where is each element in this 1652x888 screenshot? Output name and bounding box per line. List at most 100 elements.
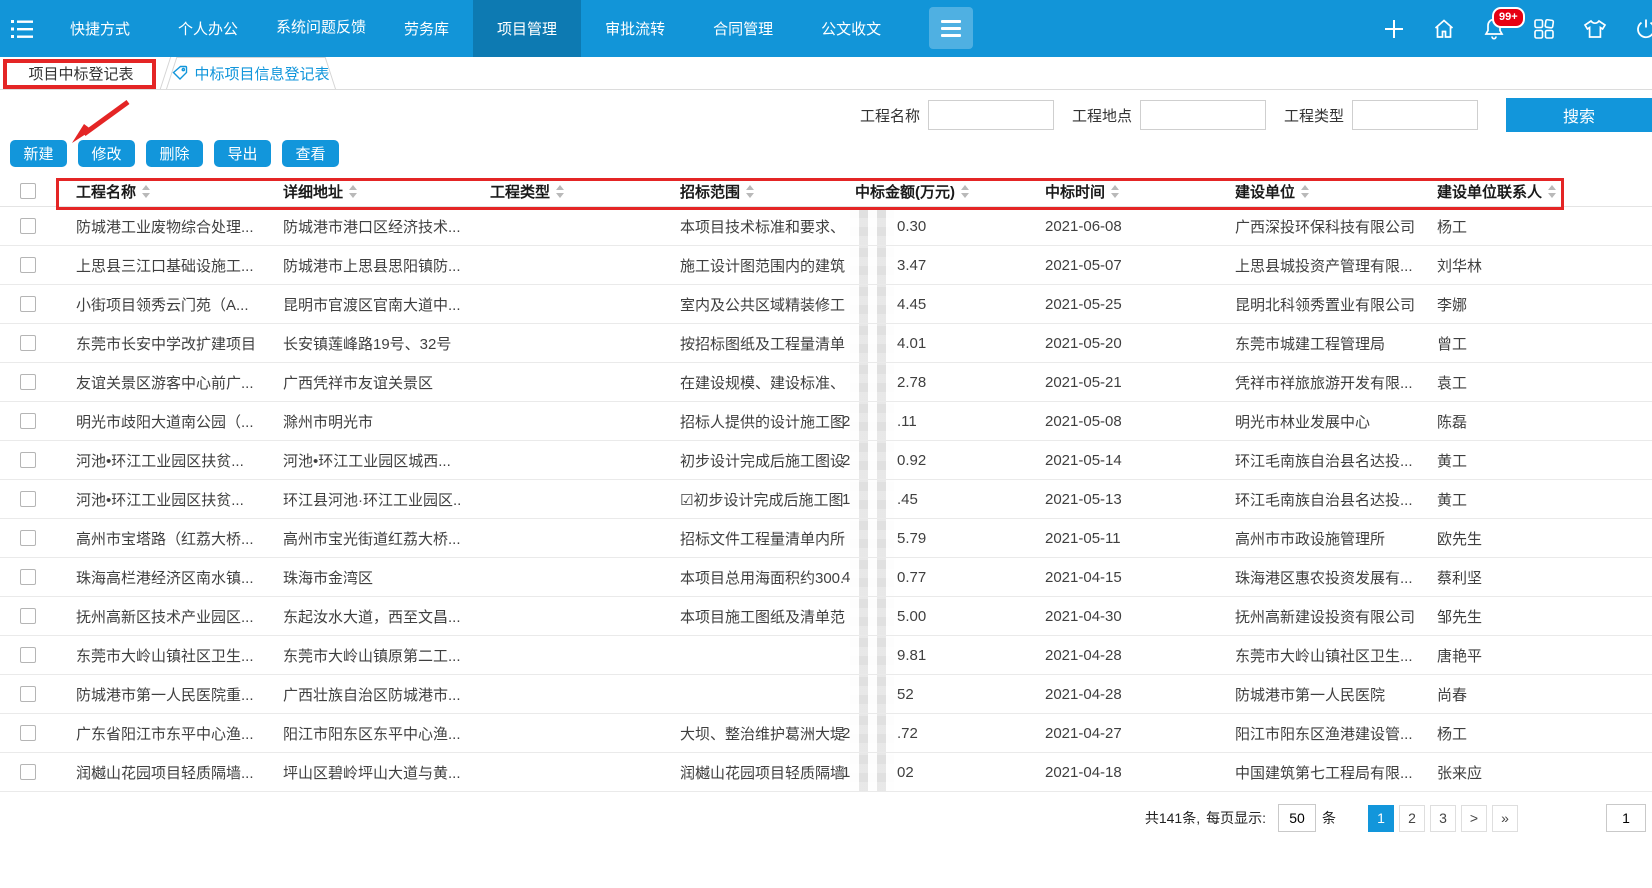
cell-construction-unit: 高州市市政设施管理所 <box>1228 519 1430 557</box>
row-checkbox[interactable] <box>20 491 36 507</box>
add-icon[interactable] <box>1382 17 1406 41</box>
sort-icon[interactable] <box>961 185 969 198</box>
cell-bid-scope: 招标文件工程量清单内所... <box>636 519 845 557</box>
col-header-address[interactable]: 详细地址 <box>268 176 460 206</box>
row-checkbox[interactable] <box>20 530 36 546</box>
table-row[interactable]: 明光市歧阳大道南公园（... 滁州市明光市 招标人提供的设计施工图... 2.1… <box>0 402 1652 441</box>
export-button[interactable]: 导出 <box>214 140 271 167</box>
sort-icon[interactable] <box>746 185 754 198</box>
project-name-input[interactable] <box>928 100 1054 130</box>
table-row[interactable]: 高州市宝塔路（红荔大桥... 高州市宝光街道红荔大桥... 招标文件工程量清单内… <box>0 519 1652 558</box>
hamburger-icon <box>941 20 961 37</box>
filter-project-type: 工程类型 <box>1284 100 1478 130</box>
more-modules-menu-icon[interactable] <box>929 7 973 49</box>
nav-item-project-management[interactable]: 项目管理 <box>473 0 581 57</box>
view-button[interactable]: 查看 <box>282 140 339 167</box>
filter-label: 工程地点 <box>1072 105 1132 126</box>
table-row[interactable]: 河池•环江工业园区扶贫... 环江县河池·环江工业园区... ☑初步设计完成后施… <box>0 480 1652 519</box>
apps-grid-icon[interactable] <box>1532 17 1556 41</box>
project-location-input[interactable] <box>1140 100 1266 130</box>
nav-item-contract-management[interactable]: 合同管理 <box>689 0 797 57</box>
theme-shirt-icon[interactable] <box>1582 17 1608 41</box>
next-page-button[interactable]: > <box>1461 805 1487 832</box>
per-page-input[interactable] <box>1278 804 1316 832</box>
cell-project-name: 小街项目领秀云门苑（A... <box>56 285 268 323</box>
row-checkbox[interactable] <box>20 413 36 429</box>
delete-button[interactable]: 删除 <box>146 140 203 167</box>
col-header-construction-unit[interactable]: 建设单位 <box>1228 176 1430 206</box>
main-menu-icon[interactable] <box>0 0 46 57</box>
logout-power-icon[interactable] <box>1634 17 1652 41</box>
cell-bid-date: 2021-05-08 <box>1035 402 1228 440</box>
col-header-project-name[interactable]: 工程名称 <box>56 176 268 206</box>
table-row[interactable]: 友谊关景区游客中心前广... 广西凭祥市友谊关景区 在建设规模、建设标准、...… <box>0 363 1652 402</box>
row-checkbox[interactable] <box>20 374 36 390</box>
nav-item-official-documents[interactable]: 公文收文 <box>797 0 905 57</box>
nav-item-system-feedback[interactable]: 系统问题反馈 <box>262 0 380 57</box>
sort-icon[interactable] <box>1548 185 1556 198</box>
page-button-3[interactable]: 3 <box>1430 805 1456 832</box>
home-icon[interactable] <box>1432 17 1456 41</box>
row-checkbox[interactable] <box>20 725 36 741</box>
col-header-bid-date[interactable]: 中标时间 <box>1035 176 1228 206</box>
sort-icon[interactable] <box>349 185 357 198</box>
nav-item-approval-flow[interactable]: 审批流转 <box>581 0 689 57</box>
sort-icon[interactable] <box>1301 185 1309 198</box>
notification-badge: 99+ <box>1492 7 1525 28</box>
cell-bid-amount: 102 <box>845 753 1035 791</box>
table-row[interactable]: 东莞市长安中学改扩建项目 长安镇莲峰路19号、32号 按招标图纸及工程量清单..… <box>0 324 1652 363</box>
col-header-unit-contact[interactable]: 建设单位联系人 <box>1430 176 1652 206</box>
table-row[interactable]: 抚州高新区技术产业园区... 东起汝水大道，西至文昌... 本项目施工图纸及清单… <box>0 597 1652 636</box>
redaction-mosaic <box>850 597 894 635</box>
table-row[interactable]: 河池•环江工业园区扶贫... 河池•环江工业园区城西... 初步设计完成后施工图… <box>0 441 1652 480</box>
edit-button[interactable]: 修改 <box>78 140 135 167</box>
row-checkbox[interactable] <box>20 452 36 468</box>
row-checkbox[interactable] <box>20 218 36 234</box>
select-all-checkbox[interactable] <box>20 183 36 199</box>
table-row[interactable]: 珠海高栏港经济区南水镇... 珠海市金湾区 本项目总用海面积约300... 40… <box>0 558 1652 597</box>
table-row[interactable]: 防城港工业废物综合处理... 防城港市港口区经济技术... 本项目技术标准和要求… <box>0 207 1652 246</box>
table-row[interactable]: 上思县三江口基础设施工... 防城港市上思县思阳镇防... 施工设计图范围内的建… <box>0 246 1652 285</box>
page-button-1[interactable]: 1 <box>1368 805 1394 832</box>
nav-item-personal-office[interactable]: 个人办公 <box>154 0 262 57</box>
page-button-2[interactable]: 2 <box>1399 805 1425 832</box>
table-row[interactable]: 小街项目领秀云门苑（A... 昆明市官渡区官南大道中... 室内及公共区域精装修… <box>0 285 1652 324</box>
row-checkbox[interactable] <box>20 257 36 273</box>
search-button[interactable]: 搜索 <box>1506 98 1652 132</box>
notifications-bell-icon[interactable]: 99+ <box>1482 16 1506 41</box>
cell-bid-scope: ☑初步设计完成后施工图... <box>636 480 845 518</box>
cell-address: 东起汝水大道，西至文昌... <box>268 597 460 635</box>
last-page-button[interactable]: » <box>1492 805 1518 832</box>
page-jump-input[interactable] <box>1606 804 1646 832</box>
cell-bid-amount: 1.45 <box>845 480 1035 518</box>
row-checkbox[interactable] <box>20 647 36 663</box>
row-checkbox[interactable] <box>20 764 36 780</box>
col-header-bid-amount[interactable]: 中标金额(万元) <box>845 176 1035 206</box>
table-row[interactable]: 防城港市第一人民医院重... 广西壮族自治区防城港市... 52 2021-04… <box>0 675 1652 714</box>
nav-item-labor-library[interactable]: 劳务库 <box>380 0 473 57</box>
project-type-input[interactable] <box>1352 100 1478 130</box>
nav-item-shortcuts[interactable]: 快捷方式 <box>46 0 154 57</box>
col-header-bid-scope[interactable]: 招标范围 <box>636 176 845 206</box>
table-row[interactable]: 广东省阳江市东平中心渔... 阳江市阳东区东平中心渔... 大坝、整治维护葛洲大… <box>0 714 1652 753</box>
sort-icon[interactable] <box>1111 185 1119 198</box>
table-row[interactable]: 润樾山花园项目轻质隔墙... 坪山区碧岭坪山大道与黄... 润樾山花园项目轻质隔… <box>0 753 1652 792</box>
sort-icon[interactable] <box>556 185 564 198</box>
top-nav-actions: 99+ <box>1382 0 1652 57</box>
filter-label: 工程名称 <box>860 105 920 126</box>
row-checkbox[interactable] <box>20 569 36 585</box>
new-button[interactable]: 新建 <box>10 140 67 167</box>
cell-project-type <box>460 597 636 635</box>
tab-label: 中标项目信息登记表 <box>194 63 329 84</box>
row-checkbox[interactable] <box>20 296 36 312</box>
row-checkbox[interactable] <box>20 608 36 624</box>
tab-winning-project-info[interactable]: 中标项目信息登记表 <box>162 57 340 89</box>
table-row[interactable]: 东莞市大岭山镇社区卫生... 东莞市大岭山镇原第二工... 9.81 2021-… <box>0 636 1652 675</box>
col-header-project-type[interactable]: 工程类型 <box>460 176 636 206</box>
row-checkbox[interactable] <box>20 335 36 351</box>
sort-icon[interactable] <box>142 185 150 198</box>
row-checkbox[interactable] <box>20 686 36 702</box>
cell-address: 长安镇莲峰路19号、32号 <box>268 324 460 362</box>
cell-construction-unit: 抚州高新建设投资有限公司 <box>1228 597 1430 635</box>
tab-project-bid-registration[interactable]: 项目中标登记表 <box>0 57 162 89</box>
